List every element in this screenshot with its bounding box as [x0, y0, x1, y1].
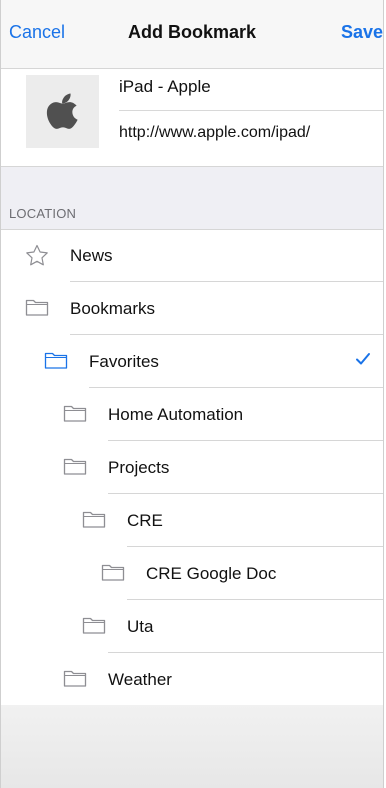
location-row-bookmarks[interactable]: Bookmarks — [1, 282, 383, 335]
folder-icon — [44, 350, 68, 370]
location-label: CRE — [127, 511, 163, 530]
save-button[interactable]: Save — [341, 22, 383, 43]
location-label: Favorites — [89, 352, 159, 371]
location-row-home-automation[interactable]: Home Automation — [1, 388, 383, 441]
page-title: Add Bookmark — [127, 22, 257, 42]
location-row-cre[interactable]: CRE — [1, 494, 383, 547]
folder-icon — [63, 403, 87, 423]
star-icon — [25, 244, 49, 266]
folder-icon — [101, 562, 125, 582]
bookmark-url-field[interactable]: http://www.apple.com/ipad/ — [119, 124, 310, 142]
folder-icon — [25, 297, 49, 317]
empty-area — [1, 705, 383, 788]
location-row-cre-google-doc[interactable]: CRE Google Doc — [1, 547, 383, 600]
bookmark-thumbnail — [26, 75, 99, 148]
location-row-news[interactable]: News — [1, 229, 383, 282]
location-label: Home Automation — [108, 405, 244, 424]
apple-logo-icon — [46, 93, 78, 129]
bookmark-title-field[interactable]: iPad - Apple — [119, 77, 211, 97]
divider — [119, 110, 383, 111]
folder-icon — [82, 615, 106, 635]
location-label: Bookmarks — [70, 299, 156, 318]
location-label: Uta — [127, 617, 154, 636]
location-row-favorites[interactable]: Favorites — [1, 335, 383, 388]
navigation-bar: Cancel Add Bookmark Save — [1, 0, 383, 69]
location-label: News — [70, 246, 113, 265]
location-label: Weather — [108, 670, 172, 689]
location-section-label: LOCATION — [9, 206, 77, 221]
folder-icon — [82, 509, 106, 529]
add-bookmark-sheet: Cancel Add Bookmark Save iPad - Apple ht… — [0, 0, 384, 788]
location-row-projects[interactable]: Projects — [1, 441, 383, 494]
folder-icon — [63, 668, 87, 688]
checkmark-icon — [355, 350, 371, 371]
location-row-weather[interactable]: Weather — [1, 653, 383, 706]
folder-icon — [63, 456, 87, 476]
location-label: Projects — [108, 458, 170, 477]
location-label: CRE Google Doc — [146, 564, 277, 583]
location-row-uta[interactable]: Uta — [1, 600, 383, 653]
